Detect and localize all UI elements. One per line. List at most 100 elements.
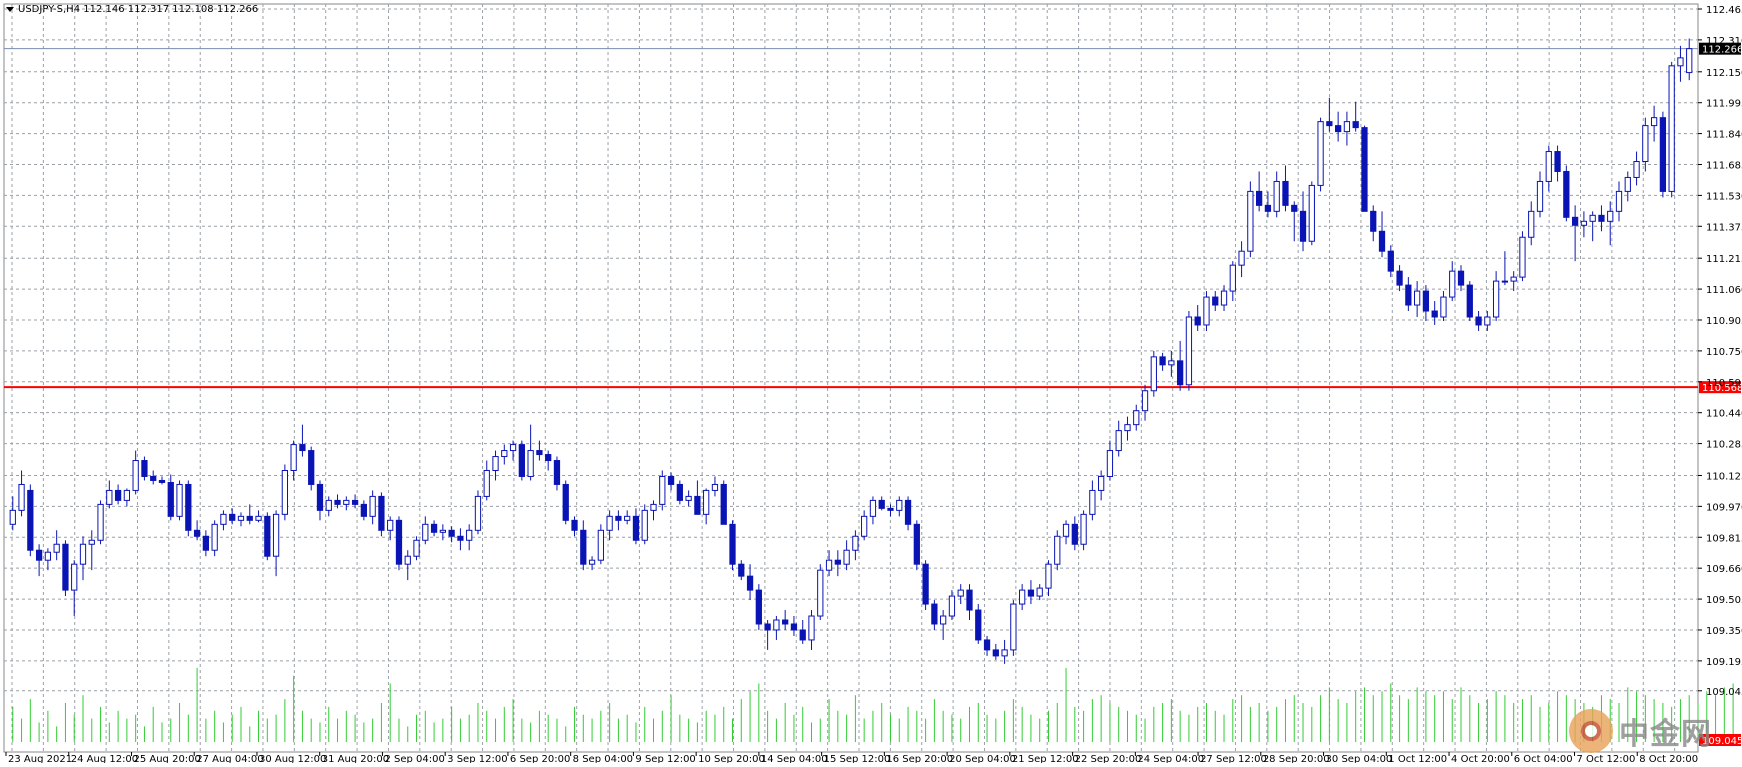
candle-body-up — [492, 456, 499, 471]
candle-body-up — [466, 529, 473, 541]
candle-body-up — [650, 503, 657, 511]
candle-body-down — [755, 589, 762, 625]
candle-body-up — [1247, 190, 1254, 252]
x-tick-label: 31 Aug 20:00 — [322, 754, 389, 763]
candle-body-up — [88, 539, 95, 545]
candle-body-up — [1229, 264, 1236, 292]
candle-body-up — [1615, 190, 1623, 212]
candle-body-down — [308, 450, 315, 485]
candle-body-up — [1098, 475, 1105, 491]
candle-body-down — [202, 535, 210, 551]
collapse-triangle-icon[interactable] — [6, 6, 14, 12]
candle — [185, 480, 192, 537]
candle-body-down — [553, 460, 561, 485]
candle-body-up — [343, 499, 350, 505]
candle-body-down — [141, 460, 148, 477]
candlestick-chart[interactable]: 110.568 112.465112.310112.150111.995111.… — [0, 0, 1742, 765]
candle-body-up — [474, 495, 482, 531]
watermark: 中金网 — [1569, 709, 1712, 753]
candle — [1668, 61, 1675, 198]
candle-body-down — [299, 444, 306, 452]
candle-body-up — [220, 513, 227, 525]
symbol-header[interactable]: USDJPY-S,H4 112.146 112.317 112.108 112.… — [6, 4, 258, 15]
candle-body-down — [1212, 296, 1219, 306]
candle-body-down — [615, 515, 622, 521]
x-tick-label: 6 Sep 20:00 — [510, 754, 570, 763]
y-tick-label: 111.215 — [1706, 254, 1742, 265]
y-tick-label: 111.995 — [1706, 99, 1742, 110]
candle-body-down — [518, 444, 525, 477]
candle — [62, 540, 69, 597]
x-tick-label: 4 Oct 20:00 — [1451, 754, 1510, 763]
candle-body-up — [79, 543, 87, 565]
candle — [817, 564, 824, 621]
candle — [913, 520, 920, 571]
candle-body-up — [1220, 290, 1228, 306]
candle-body-down — [1571, 216, 1579, 226]
candle-body-down — [983, 639, 991, 651]
candle-body-down — [1378, 230, 1386, 252]
candle — [1317, 117, 1324, 192]
candle-body-down — [1457, 270, 1465, 286]
x-tick-label: 8 Sep 04:00 — [573, 754, 633, 763]
candle-body-up — [71, 563, 78, 591]
candle-body-up — [1168, 360, 1175, 366]
candle-body-down — [316, 483, 324, 511]
candle-body-up — [369, 495, 376, 517]
candle-body-up — [1519, 236, 1526, 278]
x-tick-label: 1 Oct 12:00 — [1388, 754, 1447, 763]
candle — [641, 504, 648, 545]
candle-body-up — [1150, 356, 1157, 392]
candle-body-down — [457, 535, 464, 541]
candle-body-down — [1027, 589, 1035, 597]
candle-body-up — [1650, 117, 1658, 127]
candle-body-down — [1071, 523, 1078, 545]
candle-body-up — [1185, 316, 1193, 386]
candle — [1563, 165, 1570, 222]
candle-body-down — [975, 609, 982, 641]
candle-body-up — [1668, 65, 1675, 192]
y-tick-label: 111.375 — [1706, 222, 1742, 233]
x-tick-label: 27 Sep 12:00 — [1200, 754, 1267, 763]
y-tick-label: 109.815 — [1706, 533, 1742, 544]
candle-body-down — [27, 489, 34, 551]
candle-body-down — [1159, 356, 1166, 366]
candle — [720, 480, 727, 525]
candle-body-down — [536, 450, 543, 456]
candle-body-up — [483, 469, 490, 497]
candle-body-up — [1624, 176, 1631, 192]
candle-body-down — [545, 454, 552, 462]
candle-body-up — [852, 535, 859, 551]
candle — [1659, 111, 1667, 198]
candle — [676, 480, 683, 505]
chart-window: 110.568 112.465112.310112.150111.995111.… — [0, 0, 1742, 765]
candle — [1150, 350, 1157, 397]
x-tick-label: 24 Aug 12:00 — [71, 754, 138, 763]
x-tick-label: 14 Sep 04:00 — [761, 754, 828, 763]
candle-body-up — [685, 495, 692, 501]
y-tick-label: 110.285 — [1706, 440, 1742, 451]
y-tick-label: 112.465 — [1706, 5, 1742, 16]
candle — [1080, 510, 1087, 551]
candle-body-down — [738, 563, 745, 577]
candle — [1308, 181, 1315, 246]
candle-body-up — [1010, 603, 1017, 651]
current-price-label: 112.266 — [1702, 45, 1742, 56]
candle-body-up — [325, 499, 332, 511]
x-tick-label: 3 Sep 12:00 — [447, 754, 507, 763]
candle-body-down — [746, 575, 754, 591]
candle — [1203, 291, 1210, 331]
candle-body-up — [281, 469, 289, 515]
candle — [264, 512, 271, 561]
candle-body-down — [1431, 310, 1438, 318]
candle-body-up — [869, 499, 877, 517]
candle-body-down — [931, 603, 938, 625]
x-tick-label: 21 Sep 12:00 — [1012, 754, 1079, 763]
candle-body-up — [1589, 214, 1596, 222]
candle — [755, 584, 762, 630]
candle — [659, 470, 666, 511]
candle — [975, 604, 982, 644]
x-tick-label: 6 Oct 04:00 — [1514, 754, 1573, 763]
candle-body-up — [1036, 587, 1043, 597]
x-tick-label: 20 Sep 04:00 — [949, 754, 1016, 763]
